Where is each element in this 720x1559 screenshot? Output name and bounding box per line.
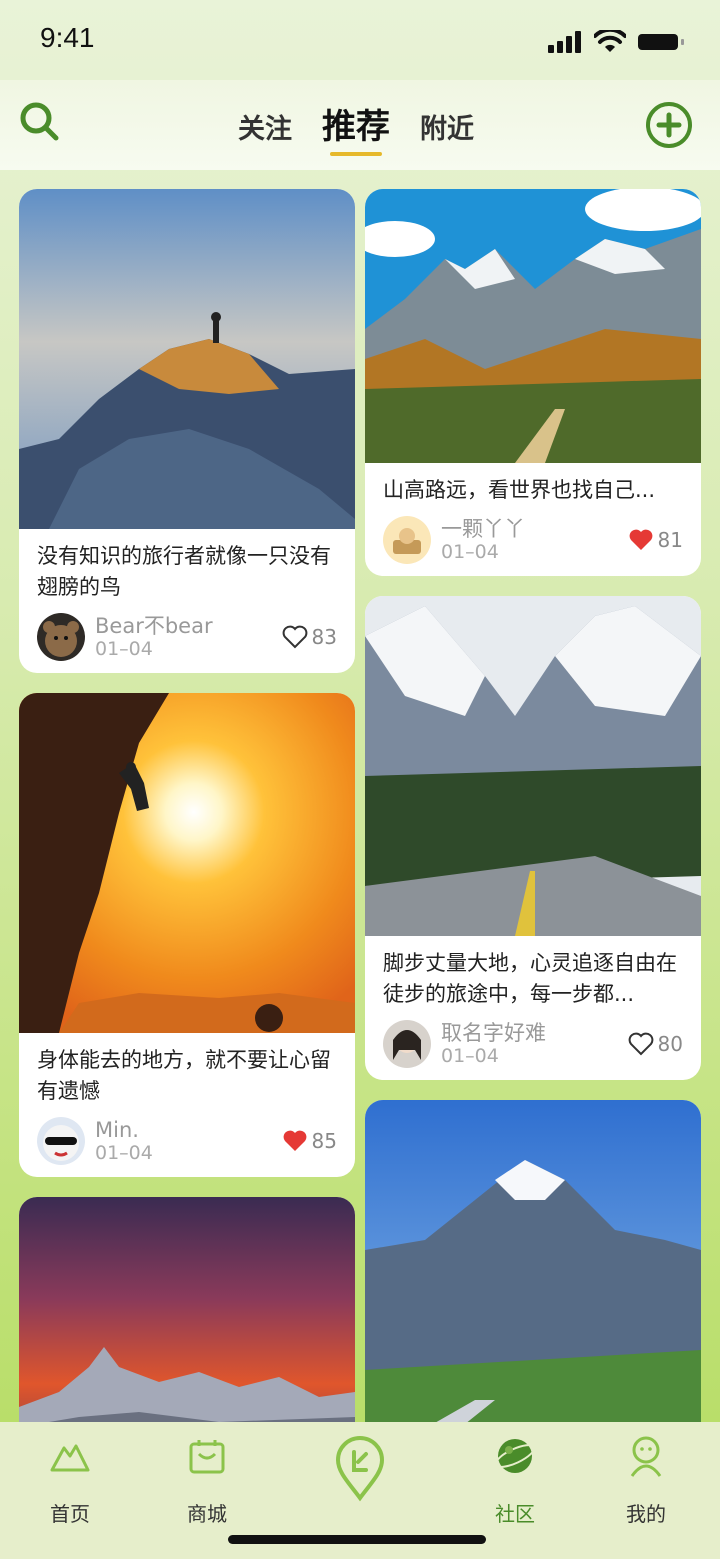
post-feed[interactable]: 没有知识的旅行者就像一只没有翅膀的鸟 Bear不bear 01–04 83 身体… [0, 170, 720, 1422]
heart-outline-icon [628, 1032, 653, 1056]
tab-nearby[interactable]: 附近 [420, 110, 474, 150]
like-button[interactable]: 80 [628, 1032, 683, 1056]
plus-circle-icon [646, 102, 692, 148]
battery-icon [638, 34, 684, 50]
avatar[interactable] [383, 1020, 431, 1068]
heart-filled-icon [629, 529, 652, 550]
post-date: 01–04 [95, 638, 153, 660]
like-count: 85 [311, 1129, 337, 1153]
post-date: 01–04 [441, 541, 499, 563]
post-card[interactable]: 山高路远，看世界也找自己... 一颗丫丫 01–04 81 [365, 189, 701, 576]
like-button[interactable]: 83 [282, 625, 337, 649]
status-time: 9:41 [40, 22, 95, 53]
location-pin-icon [335, 1436, 385, 1502]
like-count: 80 [657, 1032, 683, 1056]
planet-icon [494, 1439, 536, 1473]
status-bar: 9:41 [0, 0, 720, 80]
heart-filled-icon [283, 1130, 306, 1151]
tab-following[interactable]: 关注 [238, 110, 292, 150]
author-name[interactable]: 一颗丫丫 [441, 517, 628, 541]
wifi-icon [594, 30, 626, 52]
home-indicator [228, 1535, 486, 1544]
author-name[interactable]: Bear不bear [95, 614, 282, 638]
top-header: 关注 推荐 附近 [0, 80, 720, 170]
signal-icon [548, 31, 581, 53]
post-card[interactable] [365, 1100, 701, 1422]
nav-label: 社区 [495, 1502, 535, 1526]
feed-column-left: 没有知识的旅行者就像一只没有翅膀的鸟 Bear不bear 01–04 83 身体… [19, 189, 355, 1422]
nav-label: 商城 [187, 1502, 227, 1526]
search-icon [20, 102, 59, 141]
status-icons [548, 30, 686, 54]
post-image [19, 1197, 355, 1422]
nav-label: 首页 [50, 1502, 90, 1526]
post-card[interactable]: 身体能去的地方，就不要让心留有遗憾 Min. 01–04 85 [19, 693, 355, 1177]
author-name[interactable]: Min. [95, 1118, 282, 1142]
nav-label: 我的 [626, 1502, 666, 1526]
nav-item-community[interactable]: 社区 [465, 1434, 565, 1527]
add-post-button[interactable] [644, 100, 694, 150]
user-icon [630, 1436, 662, 1477]
post-image [365, 189, 701, 463]
shopping-bag-icon [189, 1440, 225, 1474]
mountain-icon [50, 1444, 90, 1472]
nav-item-home[interactable]: 首页 [20, 1434, 120, 1527]
feed-tabs: 关注 推荐 附近 [238, 104, 474, 156]
like-count: 81 [657, 528, 683, 552]
nav-item-shop[interactable]: 商城 [157, 1434, 257, 1527]
post-image [19, 189, 355, 529]
post-date: 01–04 [441, 1045, 499, 1067]
avatar[interactable] [37, 1117, 85, 1165]
feed-column-right: 山高路远，看世界也找自己... 一颗丫丫 01–04 81 脚步丈量大地，心灵追… [365, 189, 701, 1422]
post-card[interactable]: 脚步丈量大地，心灵追逐自由在徒步的旅途中，每一步都... 取名字好难 01–04 [365, 596, 701, 1080]
post-title: 身体能去的地方，就不要让心留有遗憾 [37, 1048, 331, 1103]
avatar[interactable] [383, 516, 431, 564]
post-title: 脚步丈量大地，心灵追逐自由在徒步的旅途中，每一步都... [383, 951, 677, 1006]
tab-recommended[interactable]: 推荐 [322, 104, 390, 156]
search-button[interactable] [18, 100, 60, 142]
nav-item-profile[interactable]: 我的 [596, 1434, 696, 1527]
nav-location-button[interactable] [332, 1436, 388, 1502]
post-title: 没有知识的旅行者就像一只没有翅膀的鸟 [37, 544, 331, 599]
post-title: 山高路远，看世界也找自己... [383, 478, 656, 502]
post-image [365, 596, 701, 936]
like-count: 83 [311, 625, 337, 649]
avatar[interactable] [37, 613, 85, 661]
post-date: 01–04 [95, 1142, 153, 1164]
post-card[interactable]: 没有知识的旅行者就像一只没有翅膀的鸟 Bear不bear 01–04 83 [19, 189, 355, 673]
post-image [365, 1100, 701, 1422]
like-button[interactable]: 81 [628, 528, 683, 552]
post-image [19, 693, 355, 1033]
post-card[interactable] [19, 1197, 355, 1422]
author-name[interactable]: 取名字好难 [441, 1021, 628, 1045]
heart-outline-icon [282, 625, 307, 649]
like-button[interactable]: 85 [282, 1129, 337, 1153]
